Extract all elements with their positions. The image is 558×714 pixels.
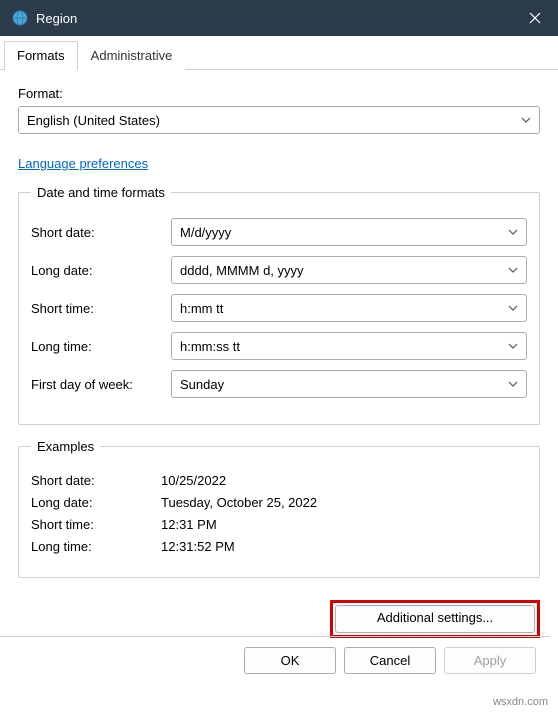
chevron-down-icon <box>508 381 518 387</box>
datetime-formats-legend: Date and time formats <box>31 185 171 200</box>
long-date-dropdown[interactable]: dddd, MMMM d, yyyy <box>171 256 527 284</box>
examples-legend: Examples <box>31 439 100 454</box>
tab-formats[interactable]: Formats <box>4 41 78 70</box>
chevron-down-icon <box>508 305 518 311</box>
format-label: Format: <box>18 86 540 101</box>
titlebar: Region <box>0 0 558 36</box>
ex-short-date-label: Short date: <box>31 473 161 488</box>
dialog-footer: OK Cancel Apply <box>0 636 550 684</box>
ex-long-time-label: Long time: <box>31 539 161 554</box>
format-dropdown[interactable]: English (United States) <box>18 106 540 134</box>
ex-short-date-value: 10/25/2022 <box>161 473 226 488</box>
short-date-label: Short date: <box>31 225 171 240</box>
long-time-dropdown[interactable]: h:mm:ss tt <box>171 332 527 360</box>
long-date-value: dddd, MMMM d, yyyy <box>180 263 304 278</box>
chevron-down-icon <box>508 343 518 349</box>
short-time-value: h:mm tt <box>180 301 223 316</box>
long-time-label: Long time: <box>31 339 171 354</box>
window-title: Region <box>36 11 77 26</box>
chevron-down-icon <box>508 229 518 235</box>
short-time-label: Short time: <box>31 301 171 316</box>
watermark: wsxdn.com <box>493 696 548 708</box>
apply-button: Apply <box>444 647 536 674</box>
tab-administrative[interactable]: Administrative <box>78 41 186 70</box>
chevron-down-icon <box>508 267 518 273</box>
first-day-dropdown[interactable]: Sunday <box>171 370 527 398</box>
tab-row: Formats Administrative <box>0 40 558 70</box>
ex-long-date-value: Tuesday, October 25, 2022 <box>161 495 317 510</box>
short-date-dropdown[interactable]: M/d/yyyy <box>171 218 527 246</box>
short-date-value: M/d/yyyy <box>180 225 231 240</box>
language-preferences-link[interactable]: Language preferences <box>18 156 148 171</box>
close-button[interactable] <box>512 0 558 36</box>
ok-button[interactable]: OK <box>244 647 336 674</box>
ex-short-time-value: 12:31 PM <box>161 517 217 532</box>
additional-settings-button[interactable]: Additional settings... <box>335 605 535 633</box>
globe-icon <box>12 10 28 26</box>
ex-long-date-label: Long date: <box>31 495 161 510</box>
cancel-button[interactable]: Cancel <box>344 647 436 674</box>
long-date-label: Long date: <box>31 263 171 278</box>
format-value: English (United States) <box>27 113 160 128</box>
chevron-down-icon <box>521 117 531 123</box>
ex-short-time-label: Short time: <box>31 517 161 532</box>
examples-group: Examples Short date: 10/25/2022 Long dat… <box>18 439 540 578</box>
long-time-value: h:mm:ss tt <box>180 339 240 354</box>
first-day-label: First day of week: <box>31 377 171 392</box>
datetime-formats-group: Date and time formats Short date: M/d/yy… <box>18 185 540 425</box>
additional-settings-highlight: Additional settings... <box>330 600 540 638</box>
ex-long-time-value: 12:31:52 PM <box>161 539 235 554</box>
short-time-dropdown[interactable]: h:mm tt <box>171 294 527 322</box>
tab-content: Format: English (United States) Language… <box>0 70 558 638</box>
first-day-value: Sunday <box>180 377 224 392</box>
